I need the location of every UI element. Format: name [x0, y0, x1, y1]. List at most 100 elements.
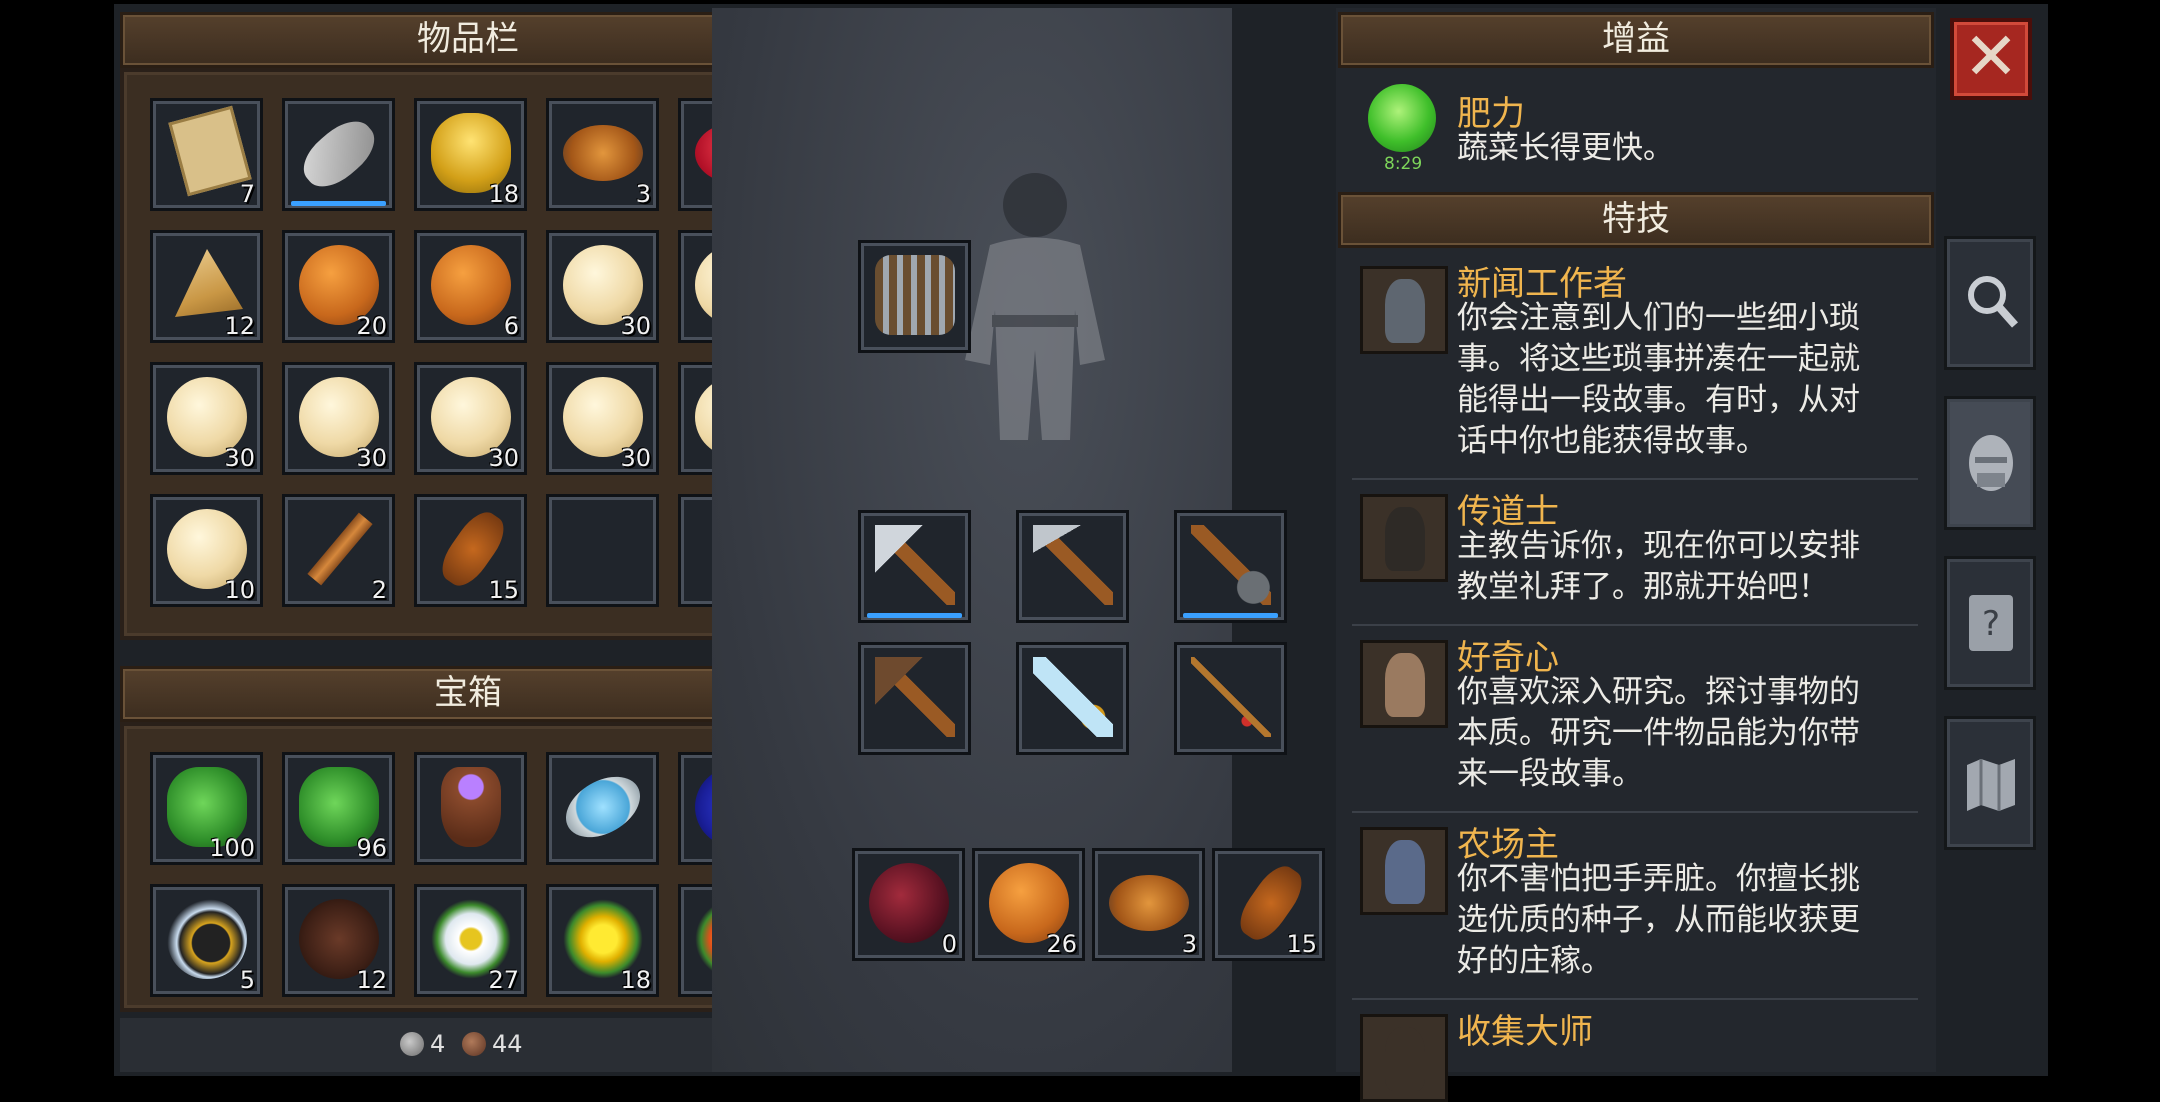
chest-slot[interactable]: 27 [414, 884, 527, 997]
silver-coin-icon [400, 1032, 424, 1056]
item-count: 18 [488, 180, 519, 208]
inventory-slot[interactable] [546, 494, 659, 607]
item-count: 3 [635, 180, 651, 208]
item-count: 6 [503, 312, 519, 340]
perk-avatar [1360, 1014, 1448, 1102]
perk-description-line: 事。将这些琐事拼凑在一起就 [1457, 341, 1860, 377]
item-count: 10 [224, 576, 255, 604]
perk-avatar [1360, 266, 1448, 354]
map-icon [1967, 759, 2015, 811]
perk-figure-icon [1385, 1027, 1425, 1091]
item-count: 30 [620, 312, 651, 340]
perk-avatar [1360, 494, 1448, 582]
perk-avatar [1360, 827, 1448, 915]
item-count: 18 [620, 966, 651, 994]
whetstone-icon [293, 110, 385, 198]
perk-figure-icon [1385, 279, 1425, 343]
quickbar-slot[interactable]: 0 [852, 848, 965, 961]
grilled-fish-icon [563, 125, 643, 181]
inventory-slot[interactable]: 15 [414, 494, 527, 607]
sword-icon [1033, 657, 1113, 737]
durability-bar [867, 613, 962, 618]
inventory-slot[interactable]: 3 [546, 98, 659, 211]
perk-name: 收集大师 [1457, 1012, 1593, 1052]
item-count: 3 [1181, 930, 1197, 958]
perk-figure-icon [1385, 840, 1425, 904]
inventory-slot[interactable]: 30 [546, 230, 659, 343]
tab-inspect[interactable] [1944, 236, 2036, 370]
quickbar-slot[interactable]: 3 [1092, 848, 1205, 961]
chest-slot[interactable]: 5 [150, 884, 263, 997]
perk-figure-icon [1385, 507, 1425, 571]
perk-divider [1352, 624, 1918, 626]
inventory-slot[interactable]: 2 [282, 494, 395, 607]
fertility-buff-icon [1368, 84, 1436, 152]
item-count: 96 [356, 834, 387, 862]
tool-slot[interactable] [858, 642, 971, 755]
chest-slot[interactable]: 12 [282, 884, 395, 997]
inventory-slot[interactable]: 20 [282, 230, 395, 343]
inventory-slot[interactable]: 30 [150, 362, 263, 475]
inventory-slot[interactable]: 30 [282, 362, 395, 475]
inventory-slot[interactable]: 18 [414, 98, 527, 211]
inventory-slot[interactable]: 12 [150, 230, 263, 343]
perk-description-line: 话中你也能获得故事。 [1457, 423, 1767, 459]
buff-timer: 8:29 [1384, 154, 1423, 174]
silver-count: 4 [430, 1030, 446, 1058]
perk-figure-icon [1385, 653, 1425, 717]
character-face-icon [1969, 435, 2013, 491]
inventory-slot[interactable]: 10 [150, 494, 263, 607]
item-count: 0 [941, 930, 957, 958]
chest-slot[interactable]: 18 [546, 884, 659, 997]
perk-description-line: 主教告诉你，现在你可以安排 [1457, 528, 1860, 564]
perk-description-line: 能得出一段故事。有时，从对 [1457, 382, 1860, 418]
inventory-slot[interactable] [282, 98, 395, 211]
tab-map[interactable] [1944, 716, 2036, 850]
buffs-header: 增益 [1338, 12, 1934, 68]
item-count: 7 [239, 180, 255, 208]
inventory-slot[interactable]: 30 [414, 362, 527, 475]
item-count: 30 [620, 444, 651, 472]
grilled-fish-icon [1109, 875, 1189, 931]
copper-count: 44 [492, 1030, 523, 1058]
bread-icon [431, 245, 511, 325]
item-count: 15 [1286, 930, 1317, 958]
item-count: 5 [239, 966, 255, 994]
chest-slot[interactable] [546, 752, 659, 865]
tool-slot[interactable] [858, 510, 971, 623]
inventory-slot[interactable]: 7 [150, 98, 263, 211]
inventory-slot[interactable]: 30 [546, 362, 659, 475]
perk-description-line: 你不害怕把手弄脏。你擅长挑 [1457, 861, 1860, 897]
chest-slot[interactable] [414, 752, 527, 865]
tool-slot[interactable] [1174, 510, 1287, 623]
item-count: 12 [224, 312, 255, 340]
copper-coin-icon [462, 1032, 486, 1056]
chest-slot[interactable]: 96 [282, 752, 395, 865]
hammer-icon [875, 657, 955, 737]
item-count: 12 [356, 966, 387, 994]
armor-slot[interactable] [858, 240, 971, 353]
quickbar-slot[interactable]: 26 [972, 848, 1085, 961]
chest-armor-icon [875, 255, 955, 335]
tool-slot[interactable] [1016, 510, 1129, 623]
pickaxe-icon [1033, 525, 1113, 605]
perk-divider [1352, 478, 1918, 480]
chest-slot[interactable]: 100 [150, 752, 263, 865]
close-button[interactable]: ✕ [1950, 18, 2032, 100]
tool-slot[interactable] [1174, 642, 1287, 755]
bee-icon [167, 899, 247, 979]
quickbar-slot[interactable]: 15 [1212, 848, 1325, 961]
item-count: 30 [224, 444, 255, 472]
perk-description-line: 选优质的种子，从而能收获更 [1457, 902, 1860, 938]
inventory-slot[interactable]: 6 [414, 230, 527, 343]
tab-character[interactable] [1944, 396, 2036, 530]
tab-help[interactable]: ? [1944, 556, 2036, 690]
shovel-icon [1191, 525, 1271, 605]
svg-text:?: ? [1982, 604, 2000, 644]
perks-header: 特技 [1338, 192, 1934, 248]
durability-bar [291, 201, 386, 206]
item-count: 20 [356, 312, 387, 340]
question-book-icon: ? [1969, 595, 2013, 651]
item-count: 2 [371, 576, 387, 604]
tool-slot[interactable] [1016, 642, 1129, 755]
